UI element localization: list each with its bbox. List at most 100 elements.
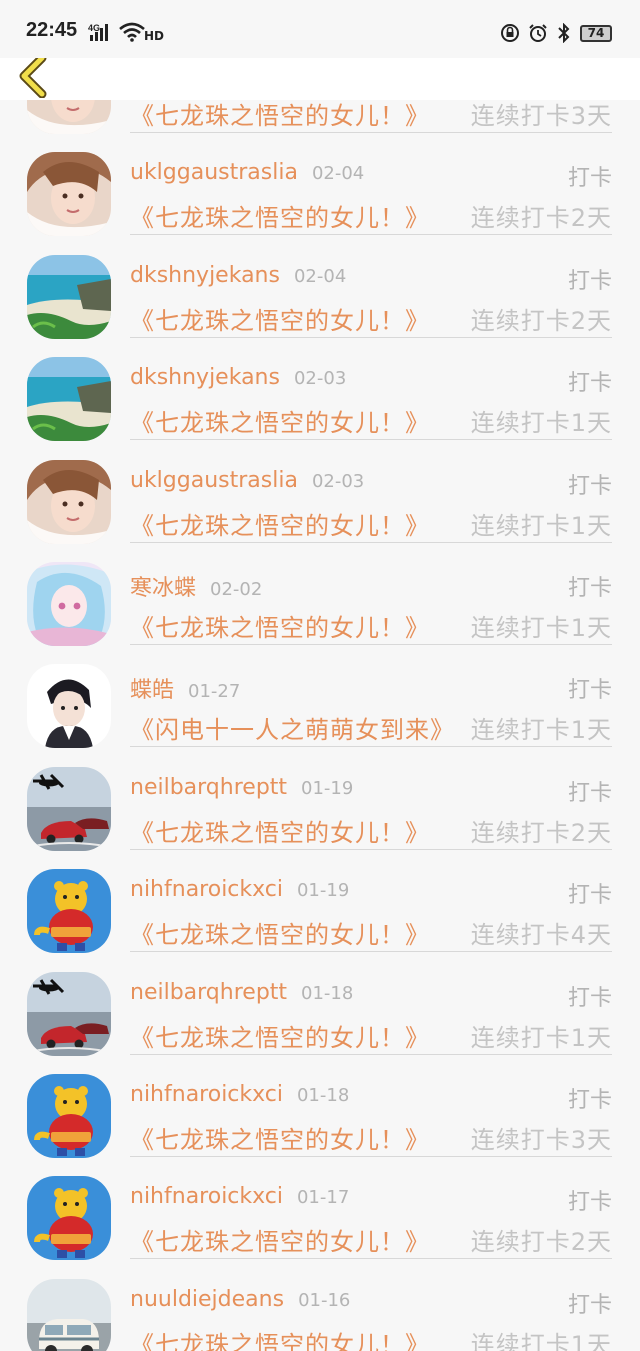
user-name[interactable]: 寒冰蝶 02-02	[130, 570, 262, 602]
list-item[interactable]: nihfnaroickxci 01-17 打卡《七龙珠之悟空的女儿！》 连续打卡2天	[0, 1172, 640, 1274]
avatar[interactable]	[27, 664, 111, 749]
book-title-link[interactable]: 《七龙珠之悟空的女儿！》	[130, 1222, 430, 1257]
book-title-link[interactable]: 《七龙珠之悟空的女儿！》	[130, 1120, 430, 1155]
row-divider	[130, 336, 612, 338]
book-title-link[interactable]: 《七龙珠之悟空的女儿！》	[130, 813, 430, 848]
checkin-date: 01-18	[296, 1085, 350, 1106]
checkin-date: 01-27	[188, 681, 241, 703]
streak-label: 连续打卡1天	[470, 511, 612, 540]
streak-label: 连续打卡3天	[470, 102, 612, 130]
row-divider	[130, 132, 612, 133]
checkin-date: 02-04	[293, 265, 347, 287]
list-item[interactable]: dkshnyjekans 02-04 打卡 《七龙珠之悟空的女儿！》 连续打卡2天	[0, 251, 640, 353]
list-item[interactable]: dkshnyjekans 02-03 打卡 《七龙珠之悟空的女儿！》 连续打卡1天	[0, 353, 640, 455]
user-name[interactable]: 蝶皓 01-27	[130, 672, 240, 704]
checkin-date: 01-17	[296, 1187, 350, 1209]
book-title-link[interactable]: 《七龙珠之悟空的女儿！》	[130, 403, 430, 438]
list-item[interactable]: 蝶皓 01-27 打卡《闪电十一人之萌萌女到来》 连续打卡1天	[0, 660, 640, 762]
row-divider	[130, 644, 612, 645]
streak-label: 连续打卡1天	[470, 716, 612, 745]
list-item[interactable]: nihfnaroickxci 01-19 打卡 《七龙珠之悟空的女儿！》 连续打卡4天	[0, 865, 640, 967]
back-button[interactable]	[16, 53, 50, 99]
streak-label: 连续打卡1天	[470, 614, 612, 642]
book-title-link[interactable]: 《闪电十一人之萌萌女到来》	[130, 710, 455, 745]
status-time: 22:45	[26, 19, 78, 41]
user-name[interactable]: dkshnyjekans 02-03	[130, 365, 346, 390]
checkin-action-label: 打卡	[567, 166, 612, 192]
user-name[interactable]: neilbarqhreptt 01-19	[130, 775, 353, 800]
status-bar: 22:45 4G HD 74	[0, 0, 640, 58]
checkin-action-label: 打卡	[567, 883, 612, 909]
signal-icon: 4G	[88, 23, 108, 41]
checkin-action-label: 打卡	[567, 780, 612, 806]
streak-label: 连续打卡1天	[470, 409, 612, 438]
checkin-action-label: 打卡	[567, 268, 612, 294]
avatar[interactable]	[27, 1074, 111, 1158]
list-item[interactable]: nuuldiejdeans 01-16 打卡 《七龙珠之悟空的女儿！》 连续打卡1天	[0, 1275, 640, 1351]
book-title-link[interactable]: 《七龙珠之悟空的女儿！》	[130, 1325, 430, 1351]
checkin-list-page: 《七龙珠之悟空的女儿！》 连续打卡3天 uklggaustraslia 02-04 打卡…	[0, 0, 640, 1351]
avatar[interactable]	[27, 1278, 111, 1351]
signal-group: 4G HD	[88, 21, 164, 43]
user-name[interactable]: nihfnaroickxci 01-17	[130, 1184, 349, 1209]
user-name[interactable]: nihfnaroickxci 01-19	[130, 877, 349, 902]
avatar[interactable]	[27, 254, 111, 339]
checkin-date: 01-19	[301, 777, 354, 799]
row-divider	[130, 951, 612, 953]
battery-icon: 74	[580, 24, 612, 42]
network-type-label: 4G	[88, 23, 100, 33]
checkin-action-label: 打卡	[567, 1190, 612, 1216]
avatar[interactable]	[27, 869, 111, 954]
row-divider	[130, 541, 612, 543]
streak-label: 连续打卡3天	[470, 1126, 612, 1154]
avatar[interactable]	[27, 357, 111, 442]
streak-label: 连续打卡2天	[470, 1228, 612, 1257]
checkin-action-label: 打卡	[567, 985, 612, 1011]
checkin-date: 01-18	[301, 982, 354, 1004]
avatar[interactable]	[27, 971, 111, 1056]
bluetooth-icon	[558, 23, 570, 43]
streak-label: 连续打卡1天	[470, 1023, 612, 1052]
row-divider	[130, 1053, 612, 1055]
checkin-action-label: 打卡	[567, 678, 612, 704]
list-item[interactable]: nihfnaroickxci 01-18 打卡 《七龙珠之悟空的女儿！》 连续打卡3天	[0, 1070, 640, 1172]
row-divider	[130, 746, 612, 748]
user-name[interactable]: nihfnaroickxci 01-18	[130, 1082, 349, 1107]
row-divider	[130, 1156, 612, 1157]
list-item[interactable]: neilbarqhreptt 01-18 打卡《七龙珠之悟空的女儿！》 连续打卡1天	[0, 968, 640, 1070]
streak-label: 连续打卡2天	[470, 204, 612, 233]
checkin-date: 01-19	[296, 880, 350, 902]
checkin-action-label: 打卡	[567, 473, 612, 499]
alarm-icon	[529, 24, 547, 42]
checkin-action-label: 打卡	[567, 576, 612, 601]
avatar[interactable]	[27, 152, 111, 237]
hd-label: HD	[144, 29, 165, 43]
checkin-action-label: 打卡	[567, 1292, 612, 1318]
list-item[interactable]: 寒冰蝶 02-02 打卡《七龙珠之悟空的女儿！》 连续打卡1天	[0, 558, 640, 660]
checkin-date: 01-16	[298, 1289, 351, 1311]
book-title-link[interactable]: 《七龙珠之悟空的女儿！》	[130, 915, 430, 950]
book-title-link[interactable]: 《七龙珠之悟空的女儿！》	[130, 1018, 430, 1053]
user-name[interactable]: nuuldiejdeans 01-16	[130, 1287, 350, 1312]
user-name[interactable]: uklggaustraslia 02-04	[130, 160, 364, 185]
row-divider	[130, 848, 612, 850]
book-title-link[interactable]: 《七龙珠之悟空的女儿！》	[130, 506, 430, 541]
book-title-link[interactable]: 《七龙珠之悟空的女儿！》	[130, 96, 430, 131]
list-item[interactable]: neilbarqhreptt 01-19 打卡《七龙珠之悟空的女儿！》 连续打卡2天	[0, 763, 640, 865]
list-item[interactable]: uklggaustraslia 02-03 打卡《七龙珠之悟空的女儿！》 连续打卡1天	[0, 456, 640, 558]
lock-rotation-icon	[501, 24, 519, 42]
list-item[interactable]: uklggaustraslia 02-04 打卡《七龙珠之悟空的女儿！》 连续打卡2天	[0, 148, 640, 250]
avatar[interactable]	[27, 1176, 111, 1261]
book-title-link[interactable]: 《七龙珠之悟空的女儿！》	[130, 301, 430, 336]
avatar[interactable]	[27, 766, 111, 851]
book-title-link[interactable]: 《七龙珠之悟空的女儿！》	[130, 608, 430, 643]
avatar[interactable]	[27, 562, 111, 646]
user-name[interactable]: uklggaustraslia 02-03	[130, 468, 364, 493]
row-divider	[130, 1258, 612, 1260]
user-name[interactable]: neilbarqhreptt 01-18	[130, 980, 353, 1005]
checkin-date: 02-02	[210, 579, 263, 600]
user-name[interactable]: dkshnyjekans 02-04	[130, 263, 346, 288]
book-title-link[interactable]: 《七龙珠之悟空的女儿！》	[130, 198, 430, 233]
streak-label: 连续打卡2天	[470, 818, 612, 847]
avatar[interactable]	[27, 459, 111, 544]
